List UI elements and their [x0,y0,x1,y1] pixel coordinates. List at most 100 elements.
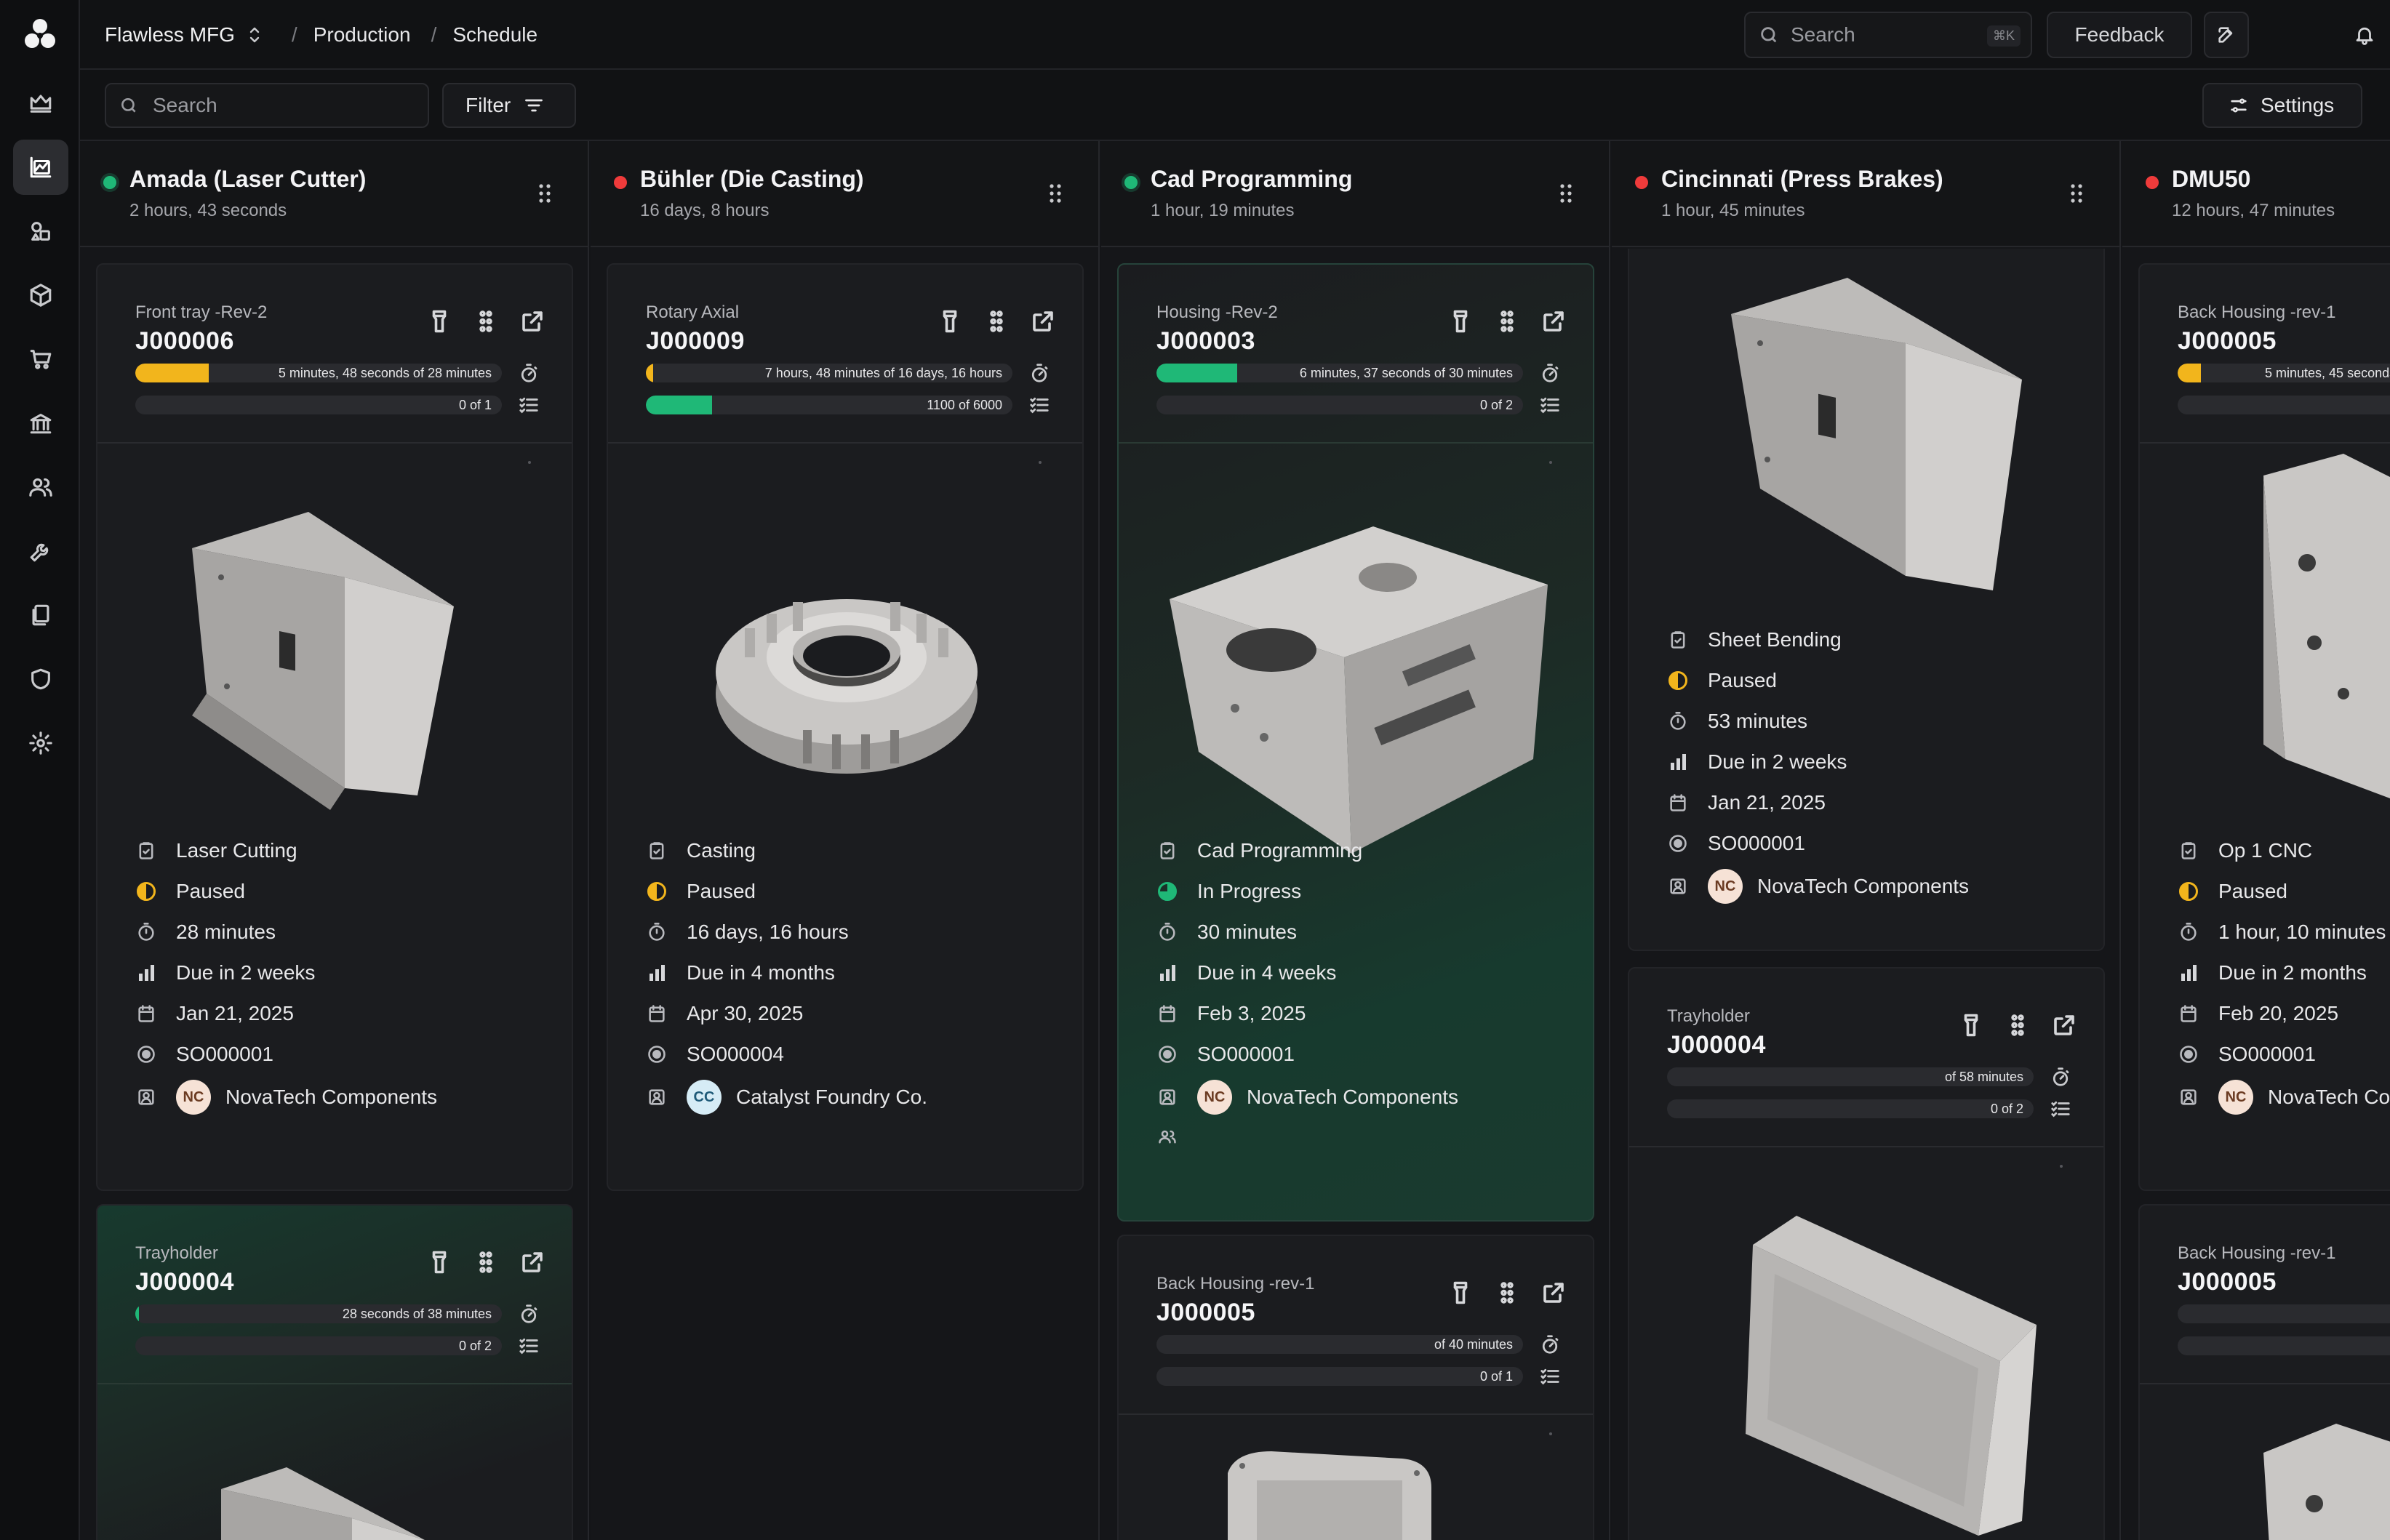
time-progress-fill [1156,364,1237,382]
filter-button[interactable]: Filter [442,83,576,128]
status-dot [1124,176,1138,189]
drag-handle-icon[interactable] [983,308,1010,334]
part-thumbnail-tray[interactable] [163,505,497,832]
nav-wrench-icon[interactable] [13,524,68,579]
sales-order[interactable]: SO000001 [2218,1043,2316,1066]
part-thumbnail-tray[interactable] [1716,270,2051,605]
external-link-icon[interactable] [2051,1012,2077,1038]
customer-name[interactable]: NovaTech Components [1757,875,1969,898]
customer-name[interactable]: NovaTech Com [2268,1086,2390,1109]
part-thumbnail-back-housing[interactable] [1213,1444,1446,1540]
drag-handle-icon[interactable] [2069,182,2085,205]
external-link-icon[interactable] [519,1249,545,1275]
job-card-active[interactable]: Housing -Rev-2 J000003 6 minutes, 37 sec… [1117,263,1594,1222]
column-title: Bühler (Die Casting) [640,166,864,192]
part-thumbnail-rotary-axial[interactable] [694,570,999,788]
sales-order[interactable]: SO000001 [1708,832,1805,855]
app-logo-icon[interactable] [23,17,57,51]
nav-crown-icon[interactable] [13,76,68,131]
column-header[interactable]: Cad Programming 1 hour, 19 minutes [1101,141,1609,247]
job-id[interactable]: J000005 [2178,327,2277,356]
time-progress-fill [2178,364,2201,382]
sales-order[interactable]: SO000004 [687,1043,784,1066]
flashlight-icon[interactable] [1447,1280,1474,1306]
part-thumbnail-back-housing[interactable] [2256,454,2390,803]
feedback-button[interactable]: Feedback [2047,12,2192,58]
calendar-icon [647,1003,667,1024]
flashlight-icon[interactable] [1447,308,1474,334]
nav-cart-icon[interactable] [13,332,68,387]
drag-handle-icon[interactable] [1494,1280,1520,1306]
settings-button[interactable]: Settings [2202,83,2362,128]
drag-handle-icon[interactable] [2005,1012,2031,1038]
part-thumbnail-trayholder[interactable] [1738,1216,2044,1536]
part-thumbnail-housing[interactable] [1155,519,1562,854]
nav-production-icon[interactable] [13,140,68,195]
customer-name[interactable]: NovaTech Components [1247,1086,1458,1109]
board-search-placeholder: Search [153,94,217,116]
part-thumbnail-back-housing[interactable] [2256,1424,2390,1540]
flashlight-icon[interactable] [426,308,452,334]
breadcrumb-production[interactable]: Production [313,23,411,47]
flashlight-icon[interactable] [426,1249,452,1275]
external-link-icon[interactable] [519,308,545,334]
drag-handle-icon[interactable] [537,182,553,205]
board-search-input[interactable]: Search [105,83,429,128]
job-id[interactable]: J000005 [1156,1299,1255,1327]
external-link-icon[interactable] [1540,308,1567,334]
job-id[interactable]: J000003 [1156,327,1255,356]
job-id[interactable]: J000004 [135,1268,234,1296]
column-dmu50: DMU50 12 hours, 47 minutes Back Housing … [2122,141,2390,1540]
job-id[interactable]: J000009 [646,327,745,356]
global-search[interactable]: Search ⌘K [1744,12,2032,58]
compose-button[interactable] [2204,12,2249,58]
time-progress-bar: 7 hours, 48 minutes of 16 days, 16 hours [646,364,1012,382]
sales-order[interactable]: SO000001 [1197,1043,1295,1066]
external-link-icon[interactable] [1030,308,1056,334]
external-link-icon[interactable] [1540,1280,1567,1306]
job-card[interactable]: Back Housing -rev-1 J000005 of 40 minute… [1117,1235,1594,1540]
column-header[interactable]: DMU50 12 hours, 47 minutes [2122,141,2390,247]
sales-order[interactable]: SO000001 [176,1043,273,1066]
job-card[interactable]: Trayholder J000004 of 58 minutes 0 of 2 [1628,967,2105,1540]
customer-name[interactable]: NovaTech Components [225,1086,437,1109]
customer-icon [647,1087,667,1107]
nav-documents-icon[interactable] [13,587,68,643]
nav-shield-icon[interactable] [13,651,68,707]
drag-handle-icon[interactable] [1047,182,1063,205]
sliders-icon [2231,98,2247,113]
drag-handle-icon[interactable] [473,308,499,334]
column-header[interactable]: Amada (Laser Cutter) 2 hours, 43 seconds [80,141,588,247]
nav-users-icon[interactable] [13,460,68,515]
customer-name[interactable]: Catalyst Foundry Co. [736,1086,927,1109]
assignees-icon[interactable] [1157,1126,1178,1147]
job-id[interactable]: J000006 [135,327,234,356]
time-progress-label: 6 minutes, 37 seconds of 30 minutes [1299,366,1513,380]
job-card[interactable]: Sheet Bending Paused 53 minutes Due in 2… [1628,249,2105,951]
job-card[interactable]: Back Housing -rev-1 J000005 [2138,1204,2390,1540]
nav-cube-icon[interactable] [13,268,68,323]
job-card[interactable]: Trayholder J000004 28 seconds of 38 minu… [96,1204,573,1540]
nav-settings-gear-icon[interactable] [13,715,68,771]
chevron-up-down-icon[interactable] [247,25,263,45]
job-id[interactable]: J000004 [1667,1031,1766,1059]
search-shortcut: ⌘K [1986,25,2021,47]
column-header[interactable]: Cincinnati (Press Brakes) 1 hour, 45 min… [1612,141,2119,247]
job-card[interactable]: Front tray -Rev-2 J000006 5 minutes, 48 … [96,263,573,1191]
job-card[interactable]: Rotary Axial J000009 7 hours, 48 minutes… [607,263,1084,1191]
job-card[interactable]: Back Housing -rev-1 J000005 5 minutes, 4… [2138,263,2390,1191]
drag-handle-icon[interactable] [1494,308,1520,334]
nav-bank-icon[interactable] [13,396,68,451]
flashlight-icon[interactable] [937,308,963,334]
column-header[interactable]: Bühler (Die Casting) 16 days, 8 hours [591,141,1098,247]
part-thumbnail-trayholder[interactable] [207,1460,497,1540]
flashlight-icon[interactable] [1958,1012,1984,1038]
drag-handle-icon[interactable] [473,1249,499,1275]
breadcrumb-schedule[interactable]: Schedule [452,23,537,47]
drag-handle-icon[interactable] [1558,182,1574,205]
org-switcher[interactable]: Flawless MFG [105,23,235,47]
notifications-button[interactable] [2342,12,2387,57]
time-progress-label: 5 minutes, 48 seconds of 28 minutes [278,366,492,380]
job-id[interactable]: J000005 [2178,1268,2277,1296]
nav-shapes-icon[interactable] [13,204,68,259]
